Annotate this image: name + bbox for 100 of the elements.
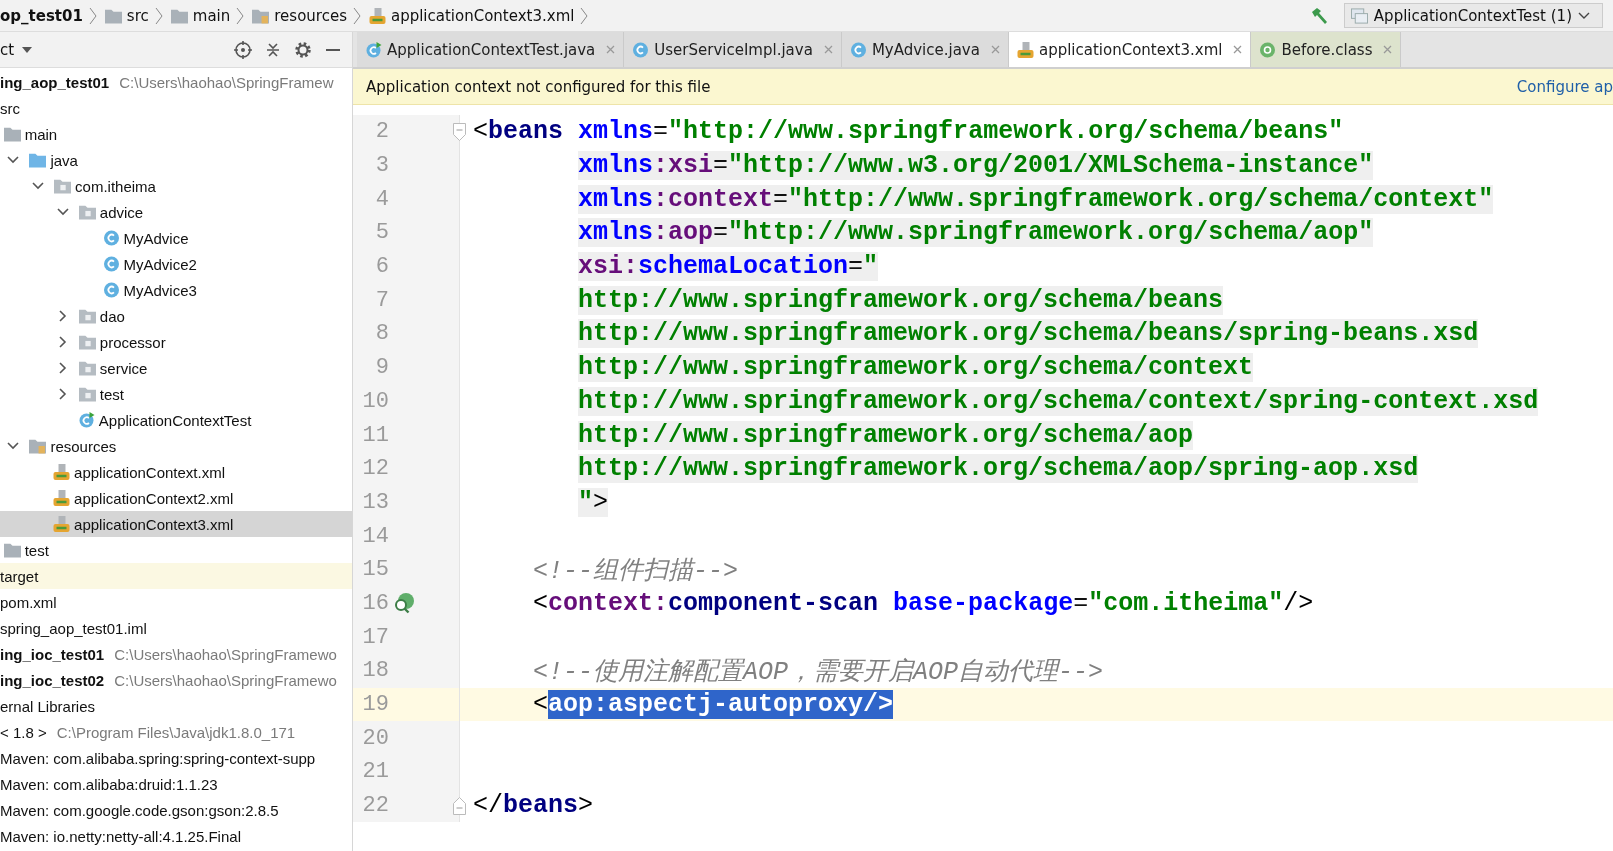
code-line: <!--组件扫描--> [532, 556, 739, 587]
tree-item-label: ing_ioc_test01 [0, 645, 105, 663]
tree-item[interactable]: ApplicationContextTest [0, 407, 352, 433]
tree-item[interactable]: Maven: io.netty:netty-all:4.1.25.Final [0, 823, 352, 849]
tree-item-label: ernal Libraries [0, 697, 96, 715]
folder-icon [29, 438, 47, 454]
tree-item[interactable]: target [0, 563, 352, 589]
tree-item[interactable]: MyAdvice2 [0, 251, 352, 277]
breadcrumb[interactable]: src [104, 6, 155, 25]
breadcrumb[interactable]: op_test01 [0, 6, 89, 25]
tree-item[interactable]: ing_ioc_test02 C:\Users\haohao\SpringFramewo [0, 667, 352, 693]
tree-item[interactable]: test [0, 381, 352, 407]
tree-item[interactable]: resources [0, 433, 352, 459]
line-number: 14 [361, 523, 389, 549]
path-label: C:\Users\haohao\SpringFramewo [114, 645, 337, 663]
tree-item[interactable]: ing_aop_test01 C:\Users\haohao\SpringFramew [0, 69, 352, 95]
xml-file-icon [53, 516, 71, 532]
chevron-right-icon [352, 6, 361, 25]
tree-item[interactable]: ernal Libraries [0, 693, 352, 719]
tree-item[interactable]: Maven: com.alibaba.spring:spring-context-supp [0, 745, 352, 771]
tree-item-label: Maven: io.netty:netty-all:4.1.25.Final [0, 827, 241, 845]
test-class-icon [77, 412, 95, 428]
tree-item-label: target [0, 567, 39, 585]
tree-item-label: dao [99, 307, 125, 325]
tree-item[interactable]: < 1.8 > C:\Program Files\Java\jdk1.8.0_171 [0, 719, 352, 745]
line-number: 7 [374, 287, 389, 313]
tree-item[interactable]: applicationContext2.xml [0, 485, 352, 511]
editor-tab[interactable]: applicationContext3.xml [1008, 32, 1252, 67]
chevron-right-icon[interactable] [56, 310, 69, 322]
tree-item[interactable]: applicationContext3.xml [0, 511, 352, 537]
chevron-right-icon[interactable] [56, 362, 69, 374]
tree-item[interactable]: pom.xml [0, 589, 352, 615]
tree-item[interactable]: service [0, 355, 352, 381]
package-folder-icon [78, 204, 96, 220]
tree-item-label: test [99, 385, 124, 403]
configure-link[interactable]: Configure ap [1516, 77, 1613, 96]
hammer-icon[interactable] [1309, 5, 1330, 26]
chevron-right-icon[interactable] [56, 388, 69, 400]
tree-item-label: advice [99, 203, 144, 221]
line-number: 4 [374, 186, 389, 212]
tree-item[interactable]: advice [0, 199, 352, 225]
class-icon [102, 230, 120, 246]
editor-tab[interactable]: ApplicationContextTest.java [357, 32, 625, 67]
chevron-down-icon[interactable] [7, 154, 20, 166]
line-number: 17 [361, 624, 389, 650]
locate-icon[interactable] [234, 40, 252, 59]
tree-item[interactable]: ing_ioc_test01 C:\Users\haohao\SpringFramewo [0, 641, 352, 667]
xml-file-icon [1016, 41, 1034, 58]
class-icon [849, 41, 867, 58]
chevron-right-icon[interactable] [56, 336, 69, 348]
close-icon[interactable] [1233, 45, 1243, 54]
window-icon [1350, 7, 1368, 24]
chevron-down-icon[interactable] [7, 440, 20, 452]
chevron-down-icon[interactable] [56, 206, 69, 218]
settings-icon[interactable] [294, 40, 312, 59]
folder-icon [3, 126, 21, 142]
tree-item[interactable]: com.itheima [0, 173, 352, 199]
tree-item-label: pom.xml [0, 593, 57, 611]
tree-item[interactable]: spring_aop_test01.iml [0, 615, 352, 641]
tree-item[interactable]: test [0, 537, 352, 563]
tree-item[interactable]: MyAdvice [0, 225, 352, 251]
tree-item[interactable]: main [0, 121, 352, 147]
tree-item[interactable]: processor [0, 329, 352, 355]
chevron-right-icon [154, 6, 163, 25]
tree-item[interactable]: Maven: com.alibaba:druid:1.1.23 [0, 771, 352, 797]
bean-gutter-icon[interactable] [393, 592, 415, 615]
code-line: <!--使用注解配置AOP，需要开启AOP自动代理--> [532, 657, 1104, 688]
fold-marker-icon[interactable] [453, 122, 466, 141]
tree-item-label: applicationContext3.xml [74, 515, 234, 533]
editor-tab[interactable]: MyAdvice.java [841, 32, 1009, 67]
tree-item[interactable]: MyAdvice3 [0, 277, 352, 303]
xml-file-icon [53, 464, 71, 480]
tree-item-label: com.itheima [75, 177, 156, 195]
collapse-all-icon[interactable] [264, 40, 282, 59]
line-number: 9 [374, 355, 389, 381]
code-line: <aop:aspectj-autoproxy/> [532, 690, 894, 720]
project-view-dropdown[interactable]: ct [0, 40, 33, 59]
line-number: 13 [361, 489, 389, 515]
line-number: 6 [374, 254, 389, 280]
tree-item-label: main [24, 125, 58, 143]
tree-item[interactable]: dao [0, 303, 352, 329]
tree-item[interactable]: Maven: com.google.code.gson:gson:2.8.5 [0, 797, 352, 823]
path-label: C:\Users\haohao\SpringFramewo [114, 671, 337, 689]
tree-item[interactable]: src [0, 95, 352, 121]
tree-item-label: processor [99, 333, 166, 351]
editor-tab[interactable]: UserServiceImpl.java [624, 32, 842, 67]
run-configuration-dropdown[interactable]: ApplicationContextTest (1) [1343, 3, 1603, 28]
breadcrumb[interactable]: applicationContext3.xml [368, 6, 581, 25]
editor-tab[interactable]: Before.class [1251, 32, 1402, 67]
breadcrumb[interactable]: resources [252, 6, 353, 25]
line-number: 12 [361, 456, 389, 482]
tree-item-label: ing_aop_test01 [0, 73, 110, 91]
tree-item-label: java [50, 151, 78, 169]
fold-marker-icon[interactable] [453, 796, 466, 815]
tree-item[interactable]: applicationContext.xml [0, 459, 352, 485]
tree-item-label: test [24, 541, 49, 559]
tree-item-label: Maven: com.alibaba:druid:1.1.23 [0, 775, 218, 793]
tree-item[interactable]: java [0, 147, 352, 173]
chevron-down-icon[interactable] [32, 180, 45, 192]
breadcrumb[interactable]: main [170, 6, 237, 25]
